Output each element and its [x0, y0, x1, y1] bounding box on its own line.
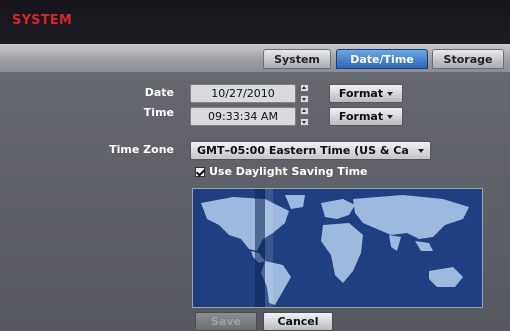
time-label: Time	[143, 106, 174, 119]
date-up-arrow-icon[interactable]	[300, 84, 309, 92]
date-field[interactable]: 10/27/2010	[190, 84, 296, 103]
time-up-arrow-icon[interactable]	[300, 107, 309, 115]
date-down-arrow-icon[interactable]	[300, 95, 309, 103]
time-spinner[interactable]	[300, 107, 309, 126]
time-zone-select[interactable]: GMT–05:00 Eastern Time (US & Ca	[190, 141, 431, 160]
time-format-button[interactable]: Format	[329, 107, 403, 126]
date-format-button[interactable]: Format	[329, 84, 403, 103]
date-spinner[interactable]	[300, 84, 309, 103]
tab-date-time[interactable]: Date/Time	[336, 49, 428, 69]
time-field[interactable]: 09:33:34 AM	[190, 107, 296, 126]
chevron-down-icon	[418, 149, 424, 153]
time-format-label: Format	[338, 110, 384, 123]
title-bar: SYSTEM	[0, 0, 510, 44]
tab-storage[interactable]: Storage	[432, 49, 504, 69]
cancel-button[interactable]: Cancel	[263, 312, 333, 331]
time-zone-value: GMT–05:00 Eastern Time (US & Ca	[197, 144, 409, 157]
chevron-down-icon	[387, 92, 394, 96]
save-button[interactable]: Save	[195, 312, 257, 331]
chevron-down-icon	[387, 115, 394, 119]
date-label: Date	[144, 86, 174, 99]
tab-system[interactable]: System	[263, 49, 331, 69]
world-map-icon[interactable]	[192, 188, 483, 308]
world-map-graphic	[193, 189, 482, 307]
dst-checkbox[interactable]	[195, 167, 205, 177]
date-format-label: Format	[338, 87, 384, 100]
time-down-arrow-icon[interactable]	[300, 118, 309, 126]
window-title: SYSTEM	[12, 13, 73, 28]
tab-strip: System Date/Time Storage	[0, 44, 510, 72]
time-zone-label: Time Zone	[109, 143, 174, 156]
dst-label: Use Daylight Saving Time	[209, 165, 368, 178]
